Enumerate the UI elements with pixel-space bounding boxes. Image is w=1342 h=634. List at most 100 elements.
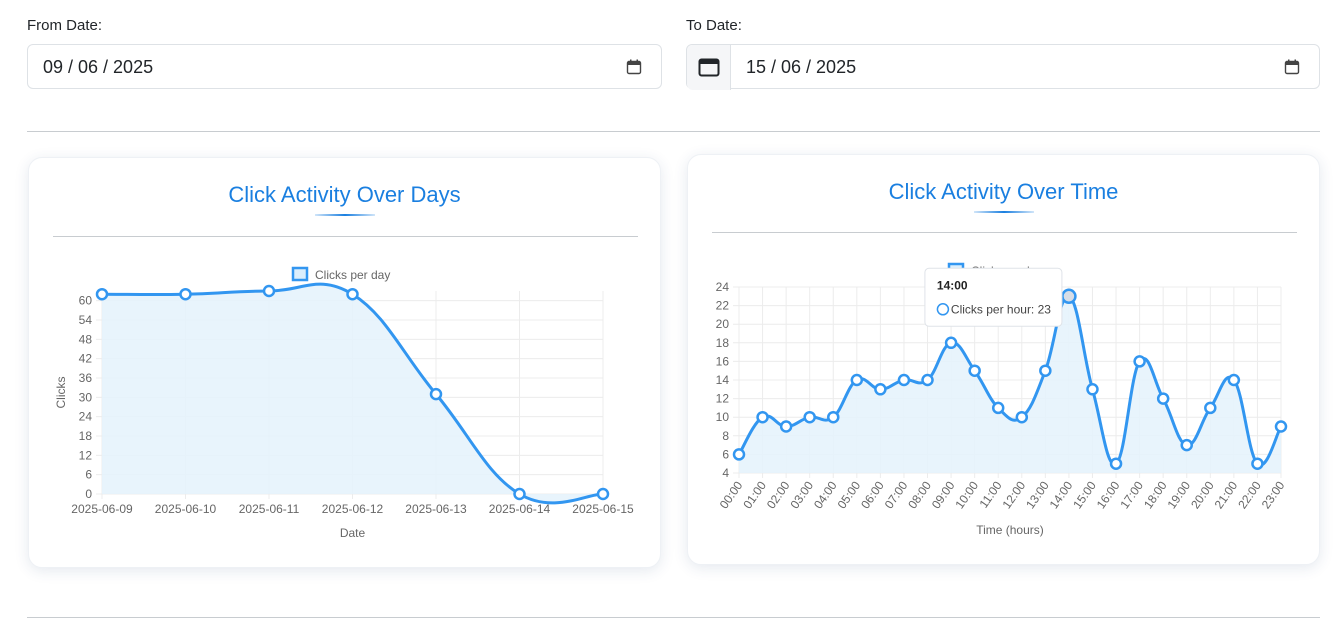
data-point xyxy=(1274,420,1288,433)
tooltip-swatch xyxy=(936,303,950,316)
card-title-time: Click Activity Over Time xyxy=(888,179,1119,204)
from-date-value: 09 / 06 / 2025 xyxy=(43,57,154,77)
x-tick-label: 2025-06-12 xyxy=(322,502,384,516)
x-tick-label: 09:00 xyxy=(929,478,958,511)
title-underline xyxy=(974,211,1034,213)
data-point xyxy=(1227,373,1241,387)
tooltip-box xyxy=(924,267,1063,327)
calendar-icon[interactable] xyxy=(626,59,642,75)
card-title-days: Click Activity Over Days xyxy=(228,182,461,207)
data-point xyxy=(1086,383,1099,396)
data-point xyxy=(1251,457,1264,470)
y-tick-label: 30 xyxy=(79,390,93,404)
card-rule xyxy=(53,236,638,237)
data-point xyxy=(95,287,109,301)
from-date-field: From Date: 09 / 06 / 2025 xyxy=(27,16,662,89)
y-tick-label: 10 xyxy=(716,410,730,424)
y-tick-label: 18 xyxy=(716,336,730,350)
x-tick-label: 2025-06-14 xyxy=(489,502,551,516)
data-point xyxy=(596,487,610,501)
data-point xyxy=(1133,355,1146,368)
x-tick-label: 15:00 xyxy=(1070,478,1099,511)
data-point xyxy=(1015,410,1029,424)
x-tick-label: 2025-06-09 xyxy=(71,502,133,516)
chart-time: Clicks per hour468101214161820222400:000… xyxy=(716,262,1288,537)
card-rule xyxy=(712,232,1297,233)
to-date-label: To Date: xyxy=(686,17,742,34)
x-tick-label: 16:00 xyxy=(1094,478,1123,511)
x-tick-label: 05:00 xyxy=(835,478,864,511)
to-date-addon[interactable] xyxy=(687,45,731,90)
to-date-value: 15 / 06 / 2025 xyxy=(746,57,857,77)
x-tick-label: 07:00 xyxy=(882,478,911,511)
x-tick-label: 00:00 xyxy=(717,478,746,511)
data-point xyxy=(968,364,981,377)
y-tick-label: 16 xyxy=(716,354,730,368)
y-tick-label: 6 xyxy=(85,468,92,482)
x-tick-label: 2025-06-13 xyxy=(405,502,467,516)
data-point xyxy=(513,487,526,501)
data-point xyxy=(944,336,958,350)
data-point xyxy=(874,383,887,396)
y-axis-title: Clicks xyxy=(54,377,68,409)
data-point xyxy=(756,410,769,424)
data-point xyxy=(1061,288,1077,305)
to-date-field: To Date: 15 / 06 / 2025 xyxy=(686,16,1320,90)
y-tick-label: 0 xyxy=(85,487,92,501)
y-tick-label: 6 xyxy=(722,447,729,461)
x-tick-label: 14:00 xyxy=(1047,478,1076,511)
section-divider xyxy=(27,131,1320,132)
data-point xyxy=(1109,457,1123,470)
to-date-input[interactable]: 15 / 06 / 2025 xyxy=(686,44,1320,90)
y-tick-label: 36 xyxy=(79,371,93,385)
y-tick-label: 48 xyxy=(79,332,93,346)
y-tick-label: 18 xyxy=(79,429,93,443)
title-underline xyxy=(315,214,375,216)
data-point xyxy=(897,373,911,387)
x-tick-label: 12:00 xyxy=(1000,478,1029,511)
from-date-input[interactable]: 09 / 06 / 2025 xyxy=(27,44,662,89)
x-tick-label: 2025-06-10 xyxy=(155,502,217,516)
data-point xyxy=(779,420,793,433)
x-tick-label: 21:00 xyxy=(1212,478,1241,511)
x-tick-label: 10:00 xyxy=(952,478,981,511)
legend-label: Clicks per day xyxy=(315,268,390,282)
x-axis-title: Date xyxy=(340,526,366,540)
calendar-icon[interactable] xyxy=(1284,59,1300,75)
data-point xyxy=(179,287,192,301)
x-tick-label: 04:00 xyxy=(811,478,840,511)
data-point xyxy=(1180,438,1193,452)
tooltip-label: Clicks per hour: 23 xyxy=(951,302,1051,316)
y-tick-label: 24 xyxy=(716,280,730,294)
data-point xyxy=(346,287,359,301)
x-tick-label: 03:00 xyxy=(787,478,816,511)
section-divider-bottom xyxy=(27,617,1320,618)
data-point xyxy=(827,410,840,424)
x-tick-label: 23:00 xyxy=(1259,478,1288,511)
x-tick-label: 08:00 xyxy=(905,478,934,511)
x-tick-label: 22:00 xyxy=(1235,478,1264,511)
y-tick-label: 12 xyxy=(716,392,730,406)
x-tick-label: 01:00 xyxy=(740,478,769,511)
series-area xyxy=(102,284,603,503)
data-point xyxy=(1039,364,1052,377)
y-tick-label: 12 xyxy=(79,448,93,462)
x-tick-label: 13:00 xyxy=(1023,478,1052,511)
y-tick-label: 8 xyxy=(722,429,729,443)
calendar-icon xyxy=(698,58,720,77)
chart-days: Clicks per day 0 6 12 18 24 30 36 42 48 54 60 2025-0… xyxy=(54,266,634,540)
x-tick-label: 17:00 xyxy=(1117,478,1146,511)
y-tick-label: 4 xyxy=(722,466,729,480)
x-tick-label: 2025-06-15 xyxy=(572,502,634,516)
x-axis-title: Time (hours) xyxy=(976,523,1044,537)
x-tick-label: 11:00 xyxy=(976,478,1004,510)
x-tick-label: 06:00 xyxy=(858,478,887,511)
legend-swatch xyxy=(291,266,309,282)
y-tick-label: 20 xyxy=(716,317,730,331)
y-tick-label: 60 xyxy=(79,294,93,308)
y-tick-label: 54 xyxy=(79,313,93,327)
data-point xyxy=(921,373,934,387)
x-tick-label: 19:00 xyxy=(1165,478,1194,511)
x-tick-label: 2025-06-11 xyxy=(239,502,300,516)
from-date-label: From Date: xyxy=(27,17,103,34)
